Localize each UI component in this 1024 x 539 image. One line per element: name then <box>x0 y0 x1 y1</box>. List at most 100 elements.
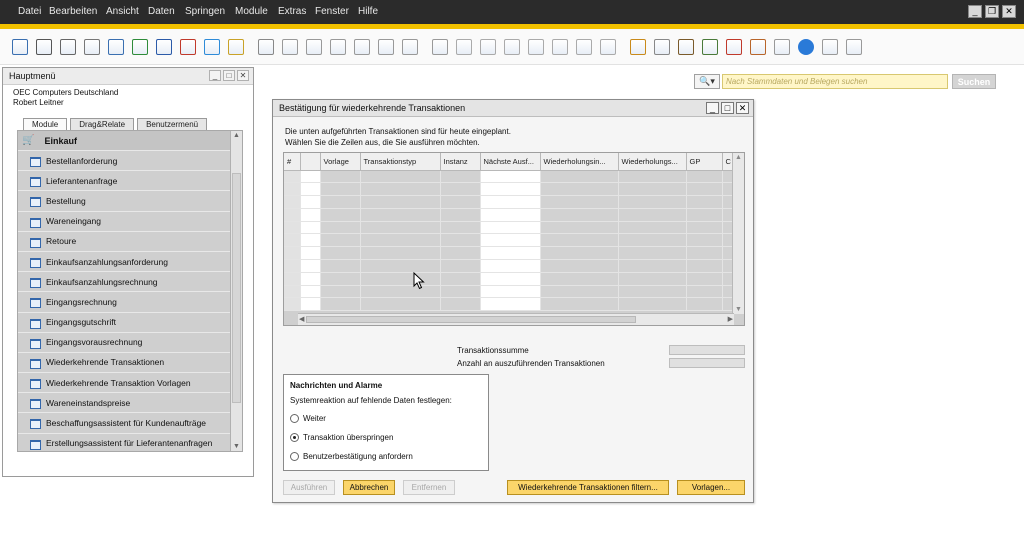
table-cell[interactable] <box>284 272 301 286</box>
radio-selected-icon[interactable] <box>290 433 299 442</box>
table-cell[interactable] <box>618 272 687 286</box>
table-cell[interactable] <box>360 272 441 286</box>
table-cell[interactable] <box>686 208 723 222</box>
add-icon[interactable] <box>282 39 298 55</box>
close-icon[interactable]: ✕ <box>736 102 749 114</box>
table-cell[interactable] <box>480 246 541 261</box>
tab-module[interactable]: Module <box>23 118 68 130</box>
form-settings-icon[interactable] <box>678 39 694 55</box>
table-cell[interactable] <box>686 297 723 312</box>
email-icon[interactable] <box>60 39 76 55</box>
column-header[interactable]: Instanz <box>440 153 481 171</box>
table-cell[interactable] <box>686 246 723 261</box>
list-item[interactable]: Wiederkehrende Transaktion Vorlagen <box>18 373 242 394</box>
table-cell[interactable] <box>360 285 441 299</box>
scroll-down-icon[interactable]: ▼ <box>233 443 240 450</box>
table-cell[interactable] <box>360 208 441 222</box>
column-header[interactable]: Vorlage <box>320 153 361 171</box>
launch-icon[interactable] <box>204 39 220 55</box>
table-cell[interactable] <box>440 182 481 197</box>
maximize-icon[interactable]: □ <box>721 102 734 114</box>
table-cell[interactable] <box>540 297 619 312</box>
table-cell[interactable] <box>618 195 687 209</box>
table-cell[interactable] <box>440 221 481 235</box>
edit-icon[interactable] <box>630 39 646 55</box>
table-cell[interactable] <box>440 246 481 261</box>
table-cell[interactable] <box>618 182 687 197</box>
scroll-down-icon[interactable]: ▼ <box>735 306 742 313</box>
list-item[interactable]: Bestellanforderung <box>18 151 242 172</box>
minimize-icon[interactable]: _ <box>968 5 982 18</box>
table-cell[interactable] <box>480 272 541 286</box>
menu-module[interactable]: Module <box>235 6 268 17</box>
table-cell[interactable] <box>440 285 481 299</box>
table-cell[interactable] <box>284 246 301 261</box>
table-cell[interactable] <box>686 195 723 209</box>
filter-icon[interactable] <box>402 39 418 55</box>
first-icon[interactable] <box>306 39 322 55</box>
column-header[interactable]: Wiederholungs... <box>618 153 687 171</box>
find-icon[interactable] <box>258 39 274 55</box>
previous-icon[interactable] <box>330 39 346 55</box>
list-item[interactable]: Beschaffungsassistent für Kundenaufträge <box>18 413 242 434</box>
radio-icon[interactable] <box>290 414 299 423</box>
scroll-right-icon[interactable]: ▶ <box>728 315 733 323</box>
scroll-up-icon[interactable]: ▲ <box>233 132 240 139</box>
sort-icon[interactable] <box>432 39 448 55</box>
table-vertical-scrollbar[interactable]: ▲ ▼ <box>732 153 744 314</box>
volume-icon[interactable] <box>552 39 568 55</box>
list-item[interactable]: Erstellungsassistent für Lieferantenanfr… <box>18 433 242 451</box>
table-cell[interactable] <box>618 221 687 235</box>
search-button[interactable]: Suchen <box>952 74 996 89</box>
table-cell[interactable] <box>440 259 481 273</box>
list-item[interactable]: Lieferantenanfrage <box>18 171 242 192</box>
list-item[interactable]: Eingangsgutschrift <box>18 312 242 333</box>
table-row[interactable] <box>284 259 735 273</box>
table-cell[interactable] <box>686 182 723 197</box>
table-cell[interactable] <box>300 233 321 248</box>
column-header[interactable]: GP <box>686 153 723 171</box>
table-cell[interactable] <box>284 297 301 312</box>
menu-ansicht[interactable]: Ansicht <box>106 6 139 17</box>
close-icon[interactable]: ✕ <box>1002 5 1016 18</box>
table-row[interactable] <box>284 195 735 209</box>
search-input[interactable]: Nach Stammdaten und Belegen suchen <box>722 74 948 89</box>
table-cell[interactable] <box>540 221 619 235</box>
table-cell[interactable] <box>320 272 361 286</box>
table-cell[interactable] <box>480 221 541 235</box>
table-cell[interactable] <box>284 221 301 235</box>
table-cell[interactable] <box>360 297 441 312</box>
word-icon[interactable] <box>156 39 172 55</box>
gross-profit-icon[interactable] <box>504 39 520 55</box>
table-cell[interactable] <box>320 170 361 184</box>
table-cell[interactable] <box>686 221 723 235</box>
table-cell[interactable] <box>300 246 321 261</box>
sap-icon-1[interactable] <box>822 39 838 55</box>
table-row[interactable] <box>284 246 735 261</box>
list-item[interactable]: Einkaufsanzahlungsrechnung <box>18 272 242 293</box>
table-cell[interactable] <box>686 272 723 286</box>
table-cell[interactable] <box>320 259 361 273</box>
templates-button[interactable]: Vorlagen... <box>677 480 745 495</box>
table-cell[interactable] <box>320 195 361 209</box>
table-cell[interactable] <box>284 259 301 273</box>
table-row[interactable] <box>284 221 735 235</box>
table-cell[interactable] <box>284 195 301 209</box>
preview-icon[interactable] <box>12 39 28 55</box>
excel-icon[interactable] <box>132 39 148 55</box>
table-cell[interactable] <box>320 246 361 261</box>
table-cell[interactable] <box>480 195 541 209</box>
table-cell[interactable] <box>440 208 481 222</box>
list-item[interactable]: Wareneingang <box>18 211 242 232</box>
cancel-button[interactable]: Abbrechen <box>343 480 395 495</box>
table-cell[interactable] <box>540 259 619 273</box>
table-cell[interactable] <box>540 233 619 248</box>
table-cell[interactable] <box>360 182 441 197</box>
table-row[interactable] <box>284 208 735 222</box>
list-item[interactable]: Eingangsvorausrechnung <box>18 332 242 353</box>
table-cell[interactable] <box>320 285 361 299</box>
table-cell[interactable] <box>360 221 441 235</box>
table-cell[interactable] <box>686 285 723 299</box>
table-cell[interactable] <box>284 208 301 222</box>
menu-extras[interactable]: Extras <box>278 6 306 17</box>
